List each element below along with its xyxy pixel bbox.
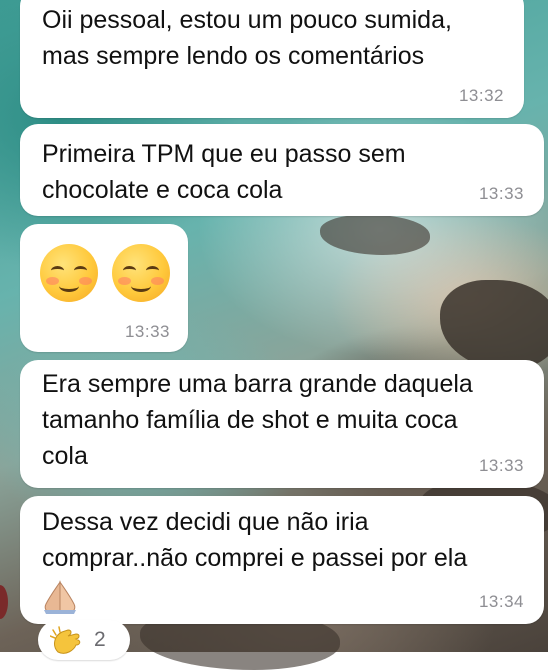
message-text: Primeira TPM que eu passo sem chocolate … — [42, 140, 406, 204]
message-bubble[interactable]: Era sempre uma barra grande daquela tama… — [20, 360, 544, 488]
message-time: 13:33 — [478, 456, 524, 475]
message-text: Oii pessoal, estou um pouco sumida, mas … — [42, 6, 452, 70]
reaction-badge[interactable]: 2 — [38, 620, 130, 660]
message-bubble[interactable]: Dessa vez decidi que não iria comprar..n… — [20, 496, 544, 624]
clapping-hands-icon — [50, 626, 81, 654]
message-bubble[interactable]: Oii pessoal, estou um pouco sumida, mas … — [20, 0, 524, 118]
message-text: Dessa vez decidi que não iria comprar..n… — [42, 508, 468, 572]
reaction-count: 2 — [94, 628, 106, 651]
smiling-face-icon — [40, 244, 98, 302]
message-time: 13:32 — [458, 86, 504, 105]
message-time: 13:34 — [478, 592, 524, 611]
message-time: 13:33 — [478, 184, 524, 203]
message-bubble[interactable]: 13:33 — [20, 224, 188, 352]
message-text: Era sempre uma barra grande daquela tama… — [42, 370, 473, 470]
smiling-face-icon — [112, 244, 170, 302]
message-time: 13:33 — [124, 322, 170, 341]
message-bubble[interactable]: Primeira TPM que eu passo sem chocolate … — [20, 124, 544, 216]
folded-hands-icon — [44, 580, 76, 614]
